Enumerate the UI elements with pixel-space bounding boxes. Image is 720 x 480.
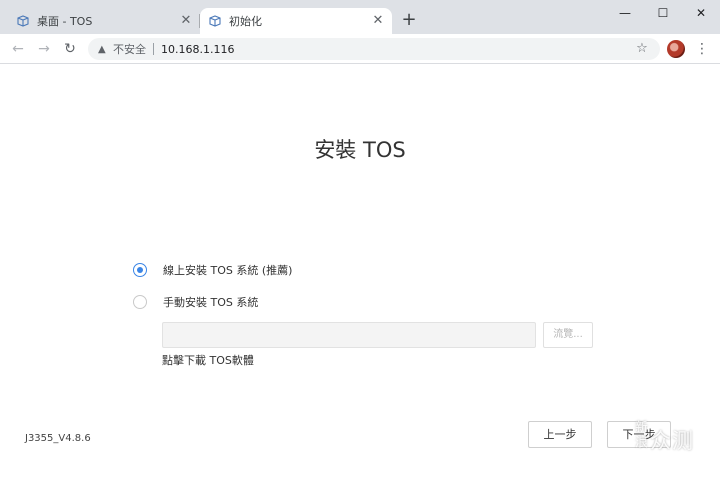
- reload-button[interactable]: ↻: [60, 39, 80, 59]
- minimize-button[interactable]: —: [606, 2, 644, 24]
- close-tab-icon[interactable]: ✕: [370, 13, 386, 29]
- close-tab-icon[interactable]: ✕: [178, 13, 194, 29]
- tos-cube-icon: [209, 15, 221, 27]
- watermark-line2: 众测: [650, 429, 694, 453]
- download-tos-link[interactable]: 點擊下載 TOS軟體: [162, 352, 254, 368]
- warning-icon[interactable]: ▲: [98, 44, 110, 55]
- watermark-line1: 新浪: [632, 420, 647, 450]
- option-label: 手動安裝 TOS 系統: [163, 296, 259, 309]
- page-content: [0, 65, 720, 480]
- option-manual-install[interactable]: 手動安裝 TOS 系統: [133, 294, 258, 310]
- tab-title: 初始化: [229, 15, 262, 28]
- security-label[interactable]: 不安全: [113, 41, 146, 57]
- close-window-button[interactable]: ✕: [682, 2, 720, 24]
- star-icon[interactable]: ☆: [634, 41, 650, 57]
- back-button[interactable]: ←: [8, 39, 28, 59]
- new-tab-button[interactable]: +: [398, 9, 420, 31]
- watermark: 新浪 众测: [626, 414, 716, 474]
- option-label: 線上安裝 TOS 系統 (推薦): [163, 264, 293, 277]
- previous-step-button[interactable]: 上一步: [528, 421, 592, 448]
- url-text[interactable]: 10.168.1.116: [161, 43, 234, 56]
- radio-manual-install[interactable]: [133, 295, 147, 309]
- tab-initialize[interactable]: 初始化 ✕: [200, 8, 392, 34]
- page-title: 安裝 TOS: [314, 138, 406, 162]
- option-online-install[interactable]: 線上安裝 TOS 系統 (推薦): [133, 262, 292, 278]
- tos-cube-icon: [17, 15, 29, 27]
- avatar[interactable]: [667, 40, 685, 58]
- tab-desktop-tos[interactable]: 桌面 - TOS ✕: [8, 8, 200, 34]
- browser-menu-button[interactable]: ⋮: [694, 39, 710, 59]
- forward-button[interactable]: →: [34, 39, 54, 59]
- version-label: J3355_V4.8.6: [25, 433, 91, 444]
- browse-button[interactable]: 流覽...: [543, 322, 593, 348]
- maximize-button[interactable]: ☐: [644, 2, 682, 24]
- radio-online-install[interactable]: [133, 263, 147, 277]
- address-bar[interactable]: ▲ 不安全 10.168.1.116 ☆: [88, 38, 660, 60]
- firmware-file-input[interactable]: [162, 322, 536, 348]
- tab-strip: 桌面 - TOS ✕ 初始化 ✕ + — ☐ ✕: [0, 0, 720, 34]
- tab-title: 桌面 - TOS: [37, 15, 93, 28]
- address-divider: [153, 43, 154, 55]
